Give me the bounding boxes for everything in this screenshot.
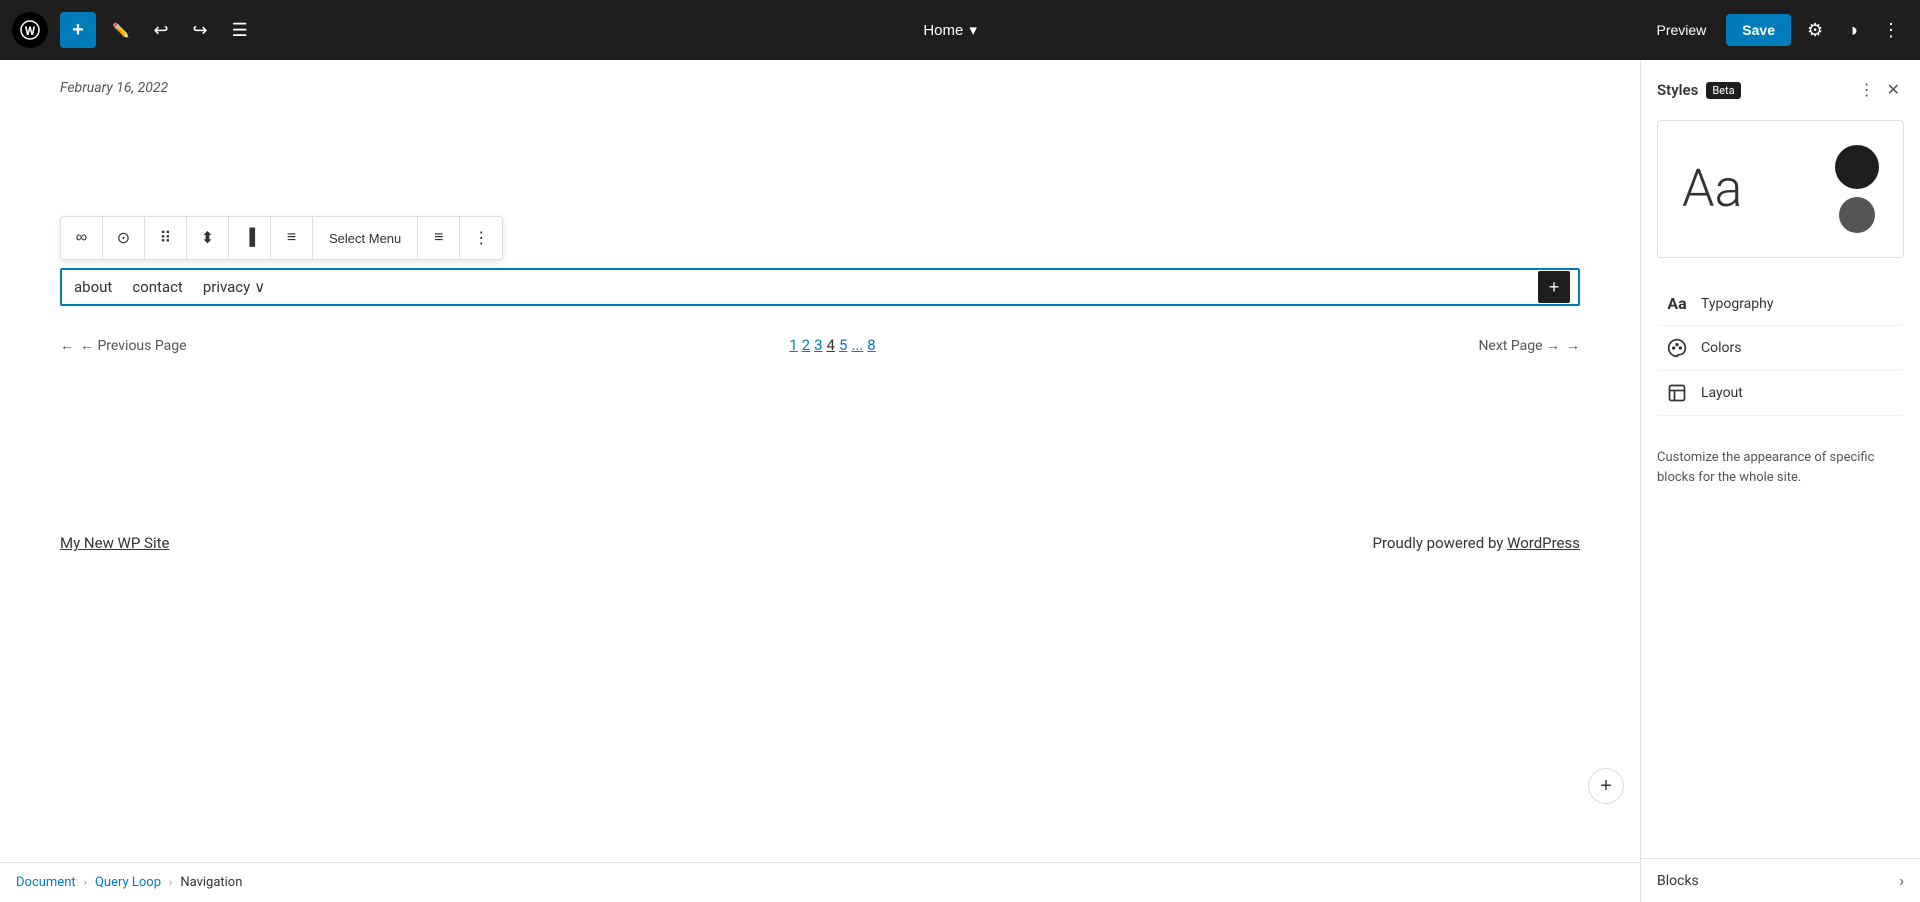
page-num-2[interactable]: 2 — [802, 336, 810, 354]
nav-transform-icon[interactable]: ⊙ — [103, 217, 145, 259]
panel-more-options-button[interactable]: ⋮ — [1855, 76, 1879, 104]
layout-option[interactable]: Layout — [1657, 371, 1904, 416]
style-options: Aa Typography Colors — [1641, 274, 1920, 424]
page-title: Home — [923, 22, 963, 39]
page-ellipsis: ... — [851, 336, 863, 354]
add-block-button[interactable]: + — [60, 12, 96, 48]
page-chevron-icon: ▾ — [969, 21, 977, 39]
panel-header: Styles Beta ⋮ ✕ — [1641, 60, 1920, 104]
breadcrumb-query-loop[interactable]: Query Loop — [95, 875, 161, 890]
top-toolbar: W + ✏️ ↩ ↪ ☰ Home ▾ Preview Save ⚙ ◑ ⋮ — [0, 0, 1920, 60]
page-num-4[interactable]: 4 — [827, 336, 835, 354]
pagination-numbers: 1 2 3 4 5 ... 8 — [789, 336, 876, 354]
next-page-label: Next Page → — [1478, 337, 1560, 354]
typography-icon: Aa — [1665, 294, 1689, 313]
nav-drag-icon[interactable]: ⠿ — [145, 217, 187, 259]
powered-text: Proudly powered by — [1373, 534, 1508, 552]
undo-button[interactable]: ↩ — [145, 14, 176, 47]
prev-arrow-icon: ← — [60, 337, 74, 354]
breadcrumb-sep-2: › — [169, 876, 172, 889]
dot-small — [1839, 197, 1875, 233]
colors-label: Colors — [1701, 340, 1741, 356]
panel-close-button[interactable]: ✕ — [1883, 76, 1904, 104]
main-layout: February 16, 2022 ∞ ⊙ ⠿ ⬍ ▐ ≡ Select Men… — [0, 60, 1920, 902]
breadcrumb-document[interactable]: Document — [16, 875, 76, 890]
nav-link-icon[interactable]: ∞ — [61, 217, 103, 259]
previous-page-link[interactable]: ← ← Previous Page — [60, 337, 187, 354]
colors-icon — [1665, 338, 1689, 358]
style-preview-dots — [1835, 145, 1879, 233]
date-label: February 16, 2022 — [60, 80, 1580, 96]
breadcrumb-navigation: Navigation — [180, 875, 242, 890]
colors-option[interactable]: Colors — [1657, 326, 1904, 371]
page-selector-button[interactable]: Home ▾ — [923, 21, 977, 39]
svg-text:W: W — [25, 24, 36, 38]
page-content: February 16, 2022 ∞ ⊙ ⠿ ⬍ ▐ ≡ Select Men… — [0, 60, 1640, 760]
add-block-bottom-area: + — [0, 760, 1640, 812]
breadcrumb-bar: Document › Query Loop › Navigation — [0, 862, 1640, 902]
page-selector-area: Home ▾ — [264, 21, 1637, 39]
more-options-button[interactable]: ⋮ — [1874, 14, 1908, 47]
wordpress-link[interactable]: WordPress — [1507, 534, 1580, 552]
select-menu-button[interactable]: Select Menu — [313, 217, 418, 259]
nav-align-left-icon[interactable]: ▐ — [229, 217, 271, 259]
canvas-area: February 16, 2022 ∞ ⊙ ⠿ ⬍ ▐ ≡ Select Men… — [0, 60, 1640, 902]
blocks-label: Blocks — [1657, 873, 1699, 889]
layout-icon — [1665, 383, 1689, 403]
top-bar-right-actions: Preview Save ⚙ ◑ ⋮ — [1644, 14, 1908, 47]
footer-site-name[interactable]: My New WP Site — [60, 534, 169, 552]
page-num-1[interactable]: 1 — [789, 336, 797, 354]
wp-logo[interactable]: W — [12, 12, 48, 48]
save-button[interactable]: Save — [1726, 14, 1791, 46]
style-preview-card[interactable]: Aa — [1657, 120, 1904, 258]
redo-button[interactable]: ↪ — [185, 14, 216, 47]
typography-label: Typography — [1701, 296, 1773, 312]
privacy-dropdown-icon: ∨ — [254, 278, 265, 296]
nav-item-contact[interactable]: contact — [132, 278, 183, 296]
settings-button[interactable]: ⚙ — [1799, 14, 1831, 47]
next-page-link[interactable]: Next Page → → — [1478, 337, 1580, 354]
nav-item-about[interactable]: about — [74, 278, 112, 296]
site-footer: My New WP Site Proudly powered by WordPr… — [60, 514, 1580, 552]
right-panel: Styles Beta ⋮ ✕ Aa Aa Typography — [1640, 60, 1920, 902]
panel-description: Customize the appearance of specific blo… — [1641, 432, 1920, 503]
previous-page-label: ← Previous Page — [80, 337, 187, 354]
blocks-row[interactable]: Blocks › — [1641, 858, 1920, 902]
preview-button[interactable]: Preview — [1644, 16, 1718, 44]
canvas-scroll[interactable]: February 16, 2022 ∞ ⊙ ⠿ ⬍ ▐ ≡ Select Men… — [0, 60, 1640, 862]
layout-label: Layout — [1701, 385, 1743, 401]
theme-toggle-button[interactable]: ◑ — [1839, 14, 1866, 47]
add-block-bottom-button[interactable]: + — [1588, 768, 1624, 804]
breadcrumb-sep-1: › — [84, 876, 87, 889]
panel-header-actions: ⋮ ✕ — [1855, 76, 1904, 104]
panel-title: Styles — [1657, 81, 1698, 99]
typography-option[interactable]: Aa Typography — [1657, 282, 1904, 326]
edit-mode-button[interactable]: ✏️ — [104, 16, 137, 45]
nav-toolbar: ∞ ⊙ ⠿ ⬍ ▐ ≡ Select Menu ≡ ⋮ — [60, 216, 503, 260]
nav-item-privacy[interactable]: privacy ∨ — [203, 278, 265, 296]
style-preview-text: Aa — [1682, 163, 1742, 215]
page-num-8[interactable]: 8 — [867, 336, 875, 354]
nav-options-icon[interactable]: ⋮ — [460, 217, 502, 259]
dot-large — [1835, 145, 1879, 189]
next-arrow-icon: → — [1566, 337, 1580, 354]
page-num-5[interactable]: 5 — [839, 336, 847, 354]
nav-more-align-icon[interactable]: ≡ — [418, 217, 460, 259]
beta-badge: Beta — [1706, 82, 1740, 99]
nav-move-icon[interactable]: ⬍ — [187, 217, 229, 259]
nav-block[interactable]: about contact privacy ∨ + — [60, 268, 1580, 306]
list-view-button[interactable]: ☰ — [224, 14, 256, 47]
footer-powered: Proudly powered by WordPress — [1373, 534, 1580, 552]
pagination: ← ← Previous Page 1 2 3 4 5 ... 8 Next P… — [60, 336, 1580, 354]
nav-add-item-button[interactable]: + — [1538, 271, 1570, 303]
page-num-3[interactable]: 3 — [814, 336, 822, 354]
nav-align-center-icon[interactable]: ≡ — [271, 217, 313, 259]
blocks-chevron-icon: › — [1899, 871, 1904, 890]
